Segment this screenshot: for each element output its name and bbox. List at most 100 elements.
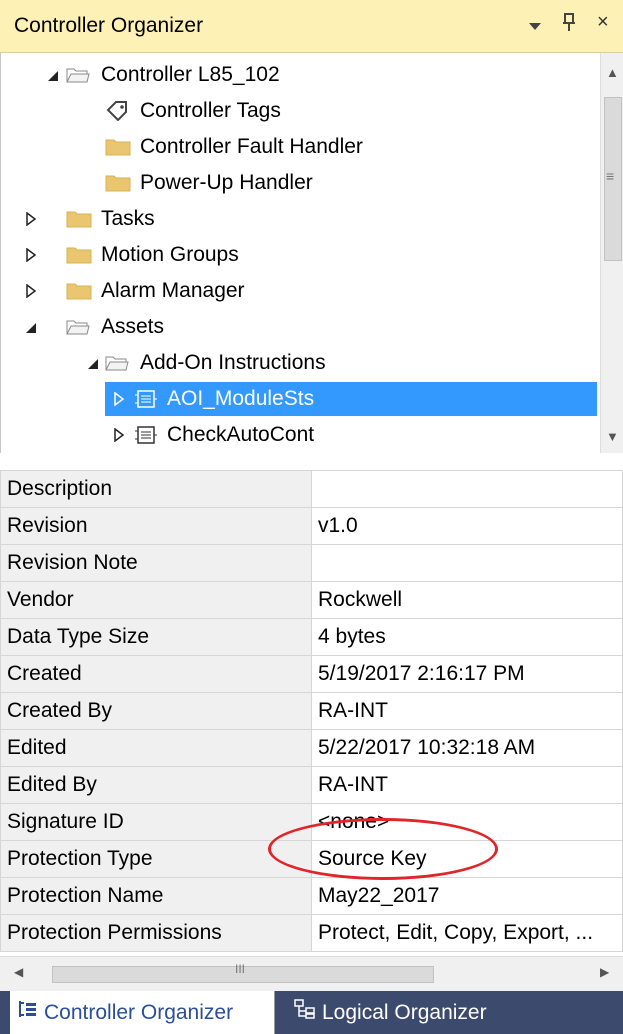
folder-open-icon <box>66 68 90 83</box>
aoi-icon <box>135 426 157 444</box>
folder-icon <box>66 283 92 300</box>
tag-icon <box>106 101 127 121</box>
close-icon: × <box>597 11 609 33</box>
tab-label: Logical Organizer <box>322 1001 487 1024</box>
folder-icon <box>105 139 131 156</box>
tree-node-controller-tags[interactable]: Controller Tags <box>1 94 601 128</box>
tree-node-label: Add-On Instructions <box>140 351 326 374</box>
property-value[interactable]: 4 bytes <box>311 618 623 656</box>
property-key: Edited By <box>0 766 312 804</box>
property-value[interactable]: 5/19/2017 2:16:17 PM <box>311 655 623 693</box>
property-value[interactable]: RA-INT <box>311 766 623 804</box>
scroll-right-icon[interactable]: ▶ <box>600 965 609 979</box>
property-key: Revision <box>0 507 312 545</box>
property-value[interactable]: May22_2017 <box>311 877 623 915</box>
organizer-icon <box>19 1001 36 1017</box>
property-value[interactable]: v1.0 <box>311 507 623 545</box>
tree-node-controller[interactable]: Controller L85_102 <box>1 58 601 92</box>
tree-node-label: Alarm Manager <box>101 279 245 302</box>
property-row[interactable]: Data Type Size 4 bytes <box>0 618 623 656</box>
tree-node-label: Controller L85_102 <box>101 63 280 86</box>
property-value[interactable]: RA-INT <box>311 692 623 730</box>
tree-node-label: Motion Groups <box>101 243 239 266</box>
property-value[interactable] <box>311 544 623 582</box>
tree-node-label: CheckAutoCont <box>167 423 315 446</box>
property-row[interactable]: Created By RA-INT <box>0 692 623 730</box>
tree-node-powerup-handler[interactable]: Power-Up Handler <box>1 166 601 200</box>
panel-titlebar: Controller Organizer × <box>0 0 623 53</box>
property-value[interactable] <box>311 470 623 508</box>
dropdown-icon[interactable] <box>528 14 542 37</box>
folder-icon <box>105 175 131 192</box>
tree-node-checkautocont[interactable]: CheckAutoCont <box>1 418 601 452</box>
property-key: Description <box>0 470 312 508</box>
property-key: Vendor <box>0 581 312 619</box>
tab-logical-organizer[interactable]: Logical Organizer <box>286 991 487 1034</box>
property-key: Protection Type <box>0 840 312 878</box>
expand-icon[interactable] <box>25 212 37 226</box>
collapse-icon[interactable] <box>25 322 37 334</box>
tree-node-label: Power-Up Handler <box>140 171 313 194</box>
property-row[interactable]: Edited By RA-INT <box>0 766 623 804</box>
property-row[interactable]: Created 5/19/2017 2:16:17 PM <box>0 655 623 693</box>
property-key: Data Type Size <box>0 618 312 656</box>
property-row[interactable]: Description <box>0 470 623 508</box>
property-row[interactable]: Protection Name May22_2017 <box>0 877 623 915</box>
collapse-icon[interactable] <box>87 358 99 370</box>
tree-node-assets[interactable]: Assets <box>1 310 601 344</box>
logical-organizer-icon <box>294 999 315 1019</box>
properties-grid: Description Revision v1.0 Revision Note Vend… <box>0 470 623 952</box>
property-row[interactable]: Revision Note <box>0 544 623 582</box>
property-key: Revision Note <box>0 544 312 582</box>
aoi-icon <box>135 390 157 408</box>
property-row[interactable]: Revision v1.0 <box>0 507 623 545</box>
property-key: Edited <box>0 729 312 767</box>
tab-label: Controller Organizer <box>44 1001 234 1024</box>
folder-icon <box>66 247 92 264</box>
close-button[interactable]: × <box>597 11 609 34</box>
expand-icon[interactable] <box>113 428 125 442</box>
pin-icon[interactable] <box>562 12 576 38</box>
tree-node-label: Tasks <box>101 207 155 230</box>
expand-icon[interactable] <box>25 248 37 262</box>
folder-icon <box>66 211 92 228</box>
tree-node-tasks[interactable]: Tasks <box>1 202 601 236</box>
property-key: Created <box>0 655 312 693</box>
annotation-ellipse <box>268 818 498 880</box>
tree-node-label: Controller Tags <box>140 99 281 122</box>
folder-open-icon <box>66 320 90 335</box>
tree-node-label: Assets <box>101 315 165 338</box>
grip-icon: ≡ <box>606 168 615 184</box>
tree-node-addon-instructions[interactable]: Add-On Instructions <box>1 346 601 380</box>
grip-icon: III <box>235 962 246 976</box>
tree-vertical-scrollbar[interactable]: ▲ ≡ ▼ <box>600 53 623 453</box>
panel-title: Controller Organizer <box>14 14 204 37</box>
folder-open-icon <box>105 356 129 371</box>
collapse-icon[interactable] <box>47 70 59 82</box>
property-row[interactable]: Vendor Rockwell <box>0 581 623 619</box>
tree-node-fault-handler[interactable]: Controller Fault Handler <box>1 130 601 164</box>
property-value[interactable]: Protect, Edit, Copy, Export, ... <box>311 914 623 952</box>
property-key: Signature ID <box>0 803 312 841</box>
tree-node-alarm-manager[interactable]: Alarm Manager <box>1 274 601 308</box>
properties-horizontal-scrollbar[interactable]: ◀ III ▶ <box>0 956 623 991</box>
expand-icon[interactable] <box>25 284 37 298</box>
scroll-up-icon[interactable]: ▲ <box>606 65 619 80</box>
scroll-down-icon[interactable]: ▼ <box>606 429 619 444</box>
property-value[interactable]: Rockwell <box>311 581 623 619</box>
organizer-tabs: Controller Organizer Logical Organizer <box>0 991 623 1034</box>
expand-icon[interactable] <box>113 392 125 406</box>
tree-node-label: AOI_ModuleSts <box>167 387 315 410</box>
property-row[interactable]: Edited 5/22/2017 10:32:18 AM <box>0 729 623 767</box>
scroll-left-icon[interactable]: ◀ <box>14 965 23 979</box>
controller-tree[interactable]: Controller L85_102 Controller Tags Contr… <box>0 53 623 453</box>
tree-node-motion-groups[interactable]: Motion Groups <box>1 238 601 272</box>
property-row[interactable]: Protection Permissions Protect, Edit, Cop… <box>0 914 623 952</box>
tree-node-aoi-modulests[interactable]: AOI_ModuleSts <box>105 382 597 416</box>
tree-node-label: Controller Fault Handler <box>140 135 363 158</box>
property-value[interactable]: 5/22/2017 10:32:18 AM <box>311 729 623 767</box>
property-key: Protection Permissions <box>0 914 312 952</box>
scroll-thumb[interactable]: ≡ <box>604 97 622 261</box>
tab-controller-organizer[interactable]: Controller Organizer <box>10 991 275 1034</box>
property-key: Created By <box>0 692 312 730</box>
